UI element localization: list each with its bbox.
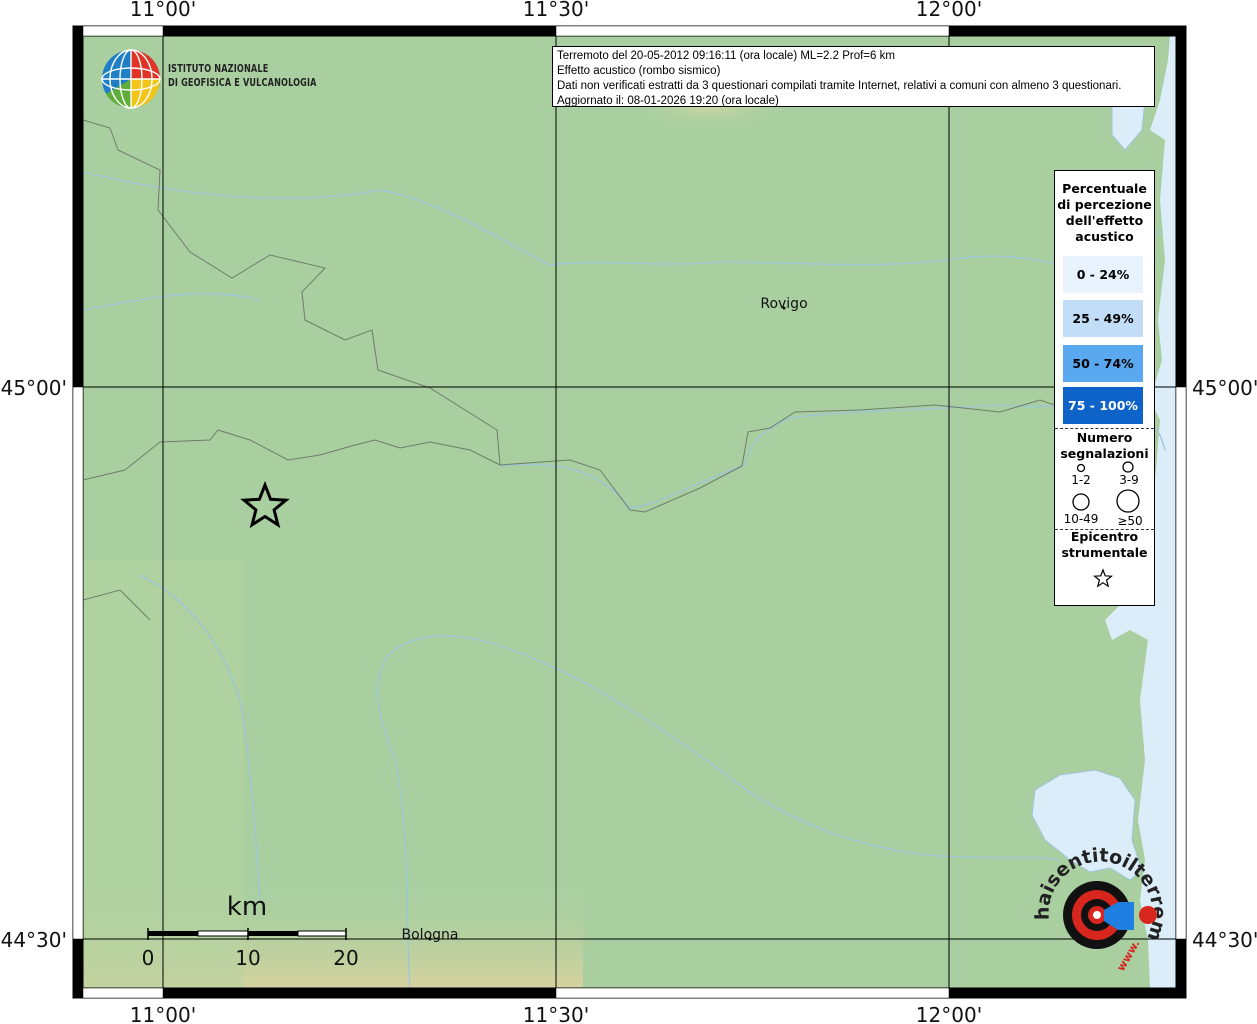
event-info-line1: Terremoto del 20-05-2012 09:16:11 (ora l… [557, 50, 895, 62]
lon-label-top-2: 11°30' [523, 0, 589, 21]
legend-title-line4: acustico [1075, 229, 1134, 244]
count-label-1-2: 1-2 [1071, 473, 1091, 487]
lon-label-top-3: 12°00' [916, 0, 982, 21]
ingv-globe-icon [101, 49, 161, 109]
ingv-logo-line1: ISTITUTO NAZIONALE [168, 62, 269, 75]
count-symbol-50plus [1116, 489, 1140, 513]
legend-epicenter-title-line2: strumentale [1061, 545, 1148, 560]
lat-label-left-2: 44°30' [1, 928, 67, 952]
count-symbol-10-49 [1072, 493, 1090, 511]
legend-epicenter-title: Epicentro strumentale [1055, 529, 1154, 561]
count-symbol-3-9 [1122, 461, 1134, 473]
legend-title-line3: dell'effetto [1065, 213, 1144, 228]
ingv-logo: ISTITUTO NAZIONALE DI GEOFISICA E VULCAN… [100, 48, 320, 110]
legend-title-line2: di percezione [1057, 197, 1152, 212]
legend-class-75-100: 75 - 100% [1063, 387, 1143, 424]
ingv-logo-line2: DI GEOFISICA E VULCANOLOGIA [168, 76, 317, 89]
legend-count-title-line1: Numero [1076, 430, 1133, 445]
legend-title: Percentuale di percezione dell'effetto a… [1055, 181, 1154, 245]
legend-class-25-49: 25 - 49% [1063, 300, 1143, 337]
scale-label-0: 0 [142, 946, 155, 970]
legend-epicenter-star-icon [1093, 568, 1113, 588]
scale-label-10: 10 [235, 946, 260, 970]
event-info-line3: Dati non verificati estratti da 3 questi… [557, 80, 1122, 92]
count-symbol-1-2 [1076, 463, 1086, 473]
count-label-3-9: 3-9 [1119, 473, 1139, 487]
legend-epicenter-title-line1: Epicentro [1070, 529, 1139, 544]
land-area [83, 36, 1176, 988]
scale-label-20: 20 [333, 946, 358, 970]
event-info-line2: Effetto acustico (rombo sismico) [557, 65, 721, 77]
lat-label-left-1: 45°00' [1, 376, 67, 400]
legend-class-0-24: 0 - 24% [1063, 256, 1143, 293]
place-label-bologna: Bologna [402, 927, 459, 943]
count-label-50plus: ≥50 [1117, 514, 1143, 528]
legend-class-50-74: 50 - 74% [1063, 345, 1143, 382]
legend: Percentuale di percezione dell'effetto a… [1054, 170, 1155, 606]
lat-label-right-1: 45°00' [1192, 376, 1257, 400]
lat-label-right-2: 44°30' [1192, 928, 1257, 952]
lon-label-bottom-2: 11°30' [523, 1003, 589, 1024]
event-info-line4: Aggiornato il: 08-01-2026 19:20 (ora loc… [557, 95, 779, 107]
ingv-logo-text: ISTITUTO NAZIONALE DI GEOFISICA E VULCAN… [168, 62, 317, 90]
scale-unit: km [227, 892, 267, 922]
count-label-10-49: 10-49 [1063, 512, 1099, 526]
lon-label-bottom-1: 11°00' [130, 1003, 196, 1024]
lon-label-bottom-3: 12°00' [916, 1003, 982, 1024]
place-label-rovigo: Rovigo [760, 296, 807, 312]
lon-label-top-1: 11°00' [130, 0, 196, 21]
legend-count-title: Numero segnalazioni [1055, 430, 1154, 462]
legend-title-line1: Percentuale [1062, 181, 1147, 196]
place-bologna: Bologna [402, 927, 459, 943]
event-info-box: Terremoto del 20-05-2012 09:16:11 (ora l… [552, 46, 1155, 107]
place-rovigo: Rovigo [760, 296, 807, 312]
